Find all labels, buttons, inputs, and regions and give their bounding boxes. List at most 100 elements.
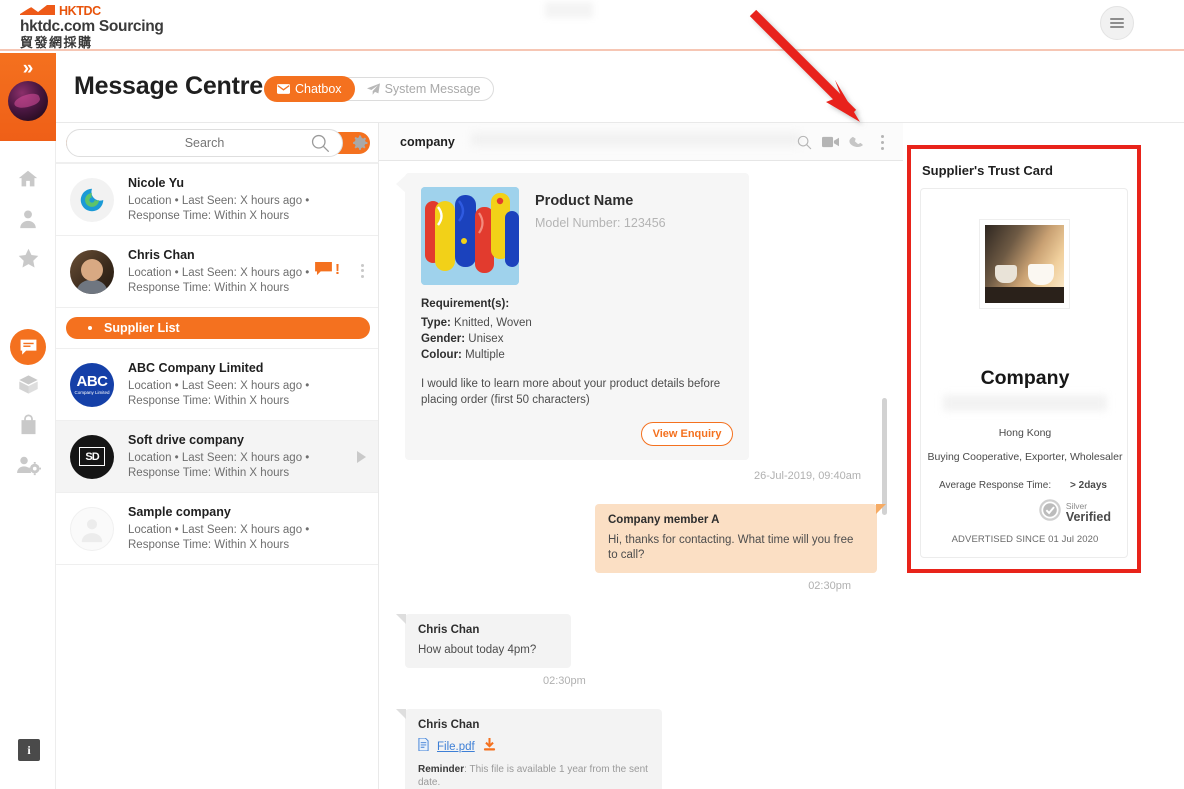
sidebar-item-account-settings[interactable] bbox=[0, 447, 56, 487]
gear-icon[interactable] bbox=[351, 134, 369, 152]
bullet-icon bbox=[88, 326, 92, 330]
contact-meta-2: Response Time: Within X hours bbox=[128, 209, 290, 222]
supplier-list-header[interactable]: Supplier List bbox=[66, 317, 370, 339]
product-image bbox=[421, 187, 519, 285]
double-chevron-right-icon[interactable]: » bbox=[0, 59, 56, 79]
contact-meta-1: Location • Last Seen: X hours ago • bbox=[128, 451, 310, 464]
selected-indicator-arrow-icon bbox=[357, 451, 366, 463]
requirement-row: Type: Knitted, Woven bbox=[421, 316, 733, 330]
file-attachment[interactable]: File.pdf bbox=[418, 737, 649, 756]
tab-chatbox[interactable]: Chatbox bbox=[264, 76, 355, 102]
requirement-key: Gender: bbox=[421, 333, 466, 345]
info-icon[interactable]: i bbox=[18, 739, 40, 761]
person-icon bbox=[17, 208, 39, 235]
product-model-number: Model Number: 123456 bbox=[535, 216, 666, 230]
tab-system-message[interactable]: System Message bbox=[354, 77, 494, 101]
brand-header-bar: HKTDC hktdc.com Sourcing 貿發網採購 bbox=[0, 0, 1184, 51]
search-input[interactable] bbox=[67, 135, 342, 150]
avatar bbox=[70, 249, 114, 294]
contact-name: Soft drive company bbox=[128, 432, 244, 447]
chat-panel: company Product Name Model Number: 12345… bbox=[379, 123, 903, 789]
list-item[interactable]: Chris Chan Location • Last Seen: X hours… bbox=[56, 236, 378, 308]
chat-message-incoming: Chris Chan How about today 4pm? bbox=[396, 614, 571, 668]
sidebar-item-favourites[interactable] bbox=[0, 241, 56, 281]
brand-title-chinese: 貿發網採購 bbox=[20, 35, 93, 50]
chat-scrollbar[interactable] bbox=[882, 398, 887, 515]
avatar bbox=[70, 177, 114, 222]
chat-header-actions bbox=[797, 132, 890, 152]
product-enquiry-card: Product Name Model Number: 123456 Requir… bbox=[396, 173, 749, 460]
suppliers-trust-card-panel: Supplier's Trust Card Company Hong Kong … bbox=[907, 145, 1141, 573]
sidebar-item-profile[interactable] bbox=[0, 201, 56, 241]
contact-name: Chris Chan bbox=[128, 247, 195, 262]
trust-card-title: Supplier's Trust Card bbox=[922, 163, 1053, 178]
contact-meta-1: Location • Last Seen: X hours ago • bbox=[128, 523, 310, 536]
requirement-row: Gender: Unisex bbox=[421, 332, 733, 346]
contact-meta-1: Location • Last Seen: X hours ago • bbox=[128, 379, 310, 392]
requirement-key: Colour: bbox=[421, 349, 462, 361]
reminder-label: Reminder bbox=[418, 764, 465, 775]
logo-swoosh-icon bbox=[20, 5, 56, 16]
verified-badge: Silver Verified bbox=[1039, 499, 1111, 526]
requirement-value: Multiple bbox=[461, 349, 505, 361]
message-sender: Chris Chan bbox=[418, 719, 480, 731]
search-row bbox=[56, 123, 379, 163]
file-reminder: Reminder: This file is available 1 year … bbox=[418, 763, 649, 789]
document-icon bbox=[418, 737, 429, 756]
requirement-value: Unisex bbox=[465, 333, 504, 345]
contact-meta-2: Response Time: Within X hours bbox=[128, 466, 290, 479]
list-item[interactable]: SD Soft drive company Location • Last Se… bbox=[56, 421, 378, 493]
requirement-row: Colour: Multiple bbox=[421, 348, 733, 362]
phone-icon[interactable] bbox=[849, 136, 864, 149]
search-icon[interactable] bbox=[311, 134, 330, 158]
list-item[interactable]: ABC Company Limited ABC Company Limited … bbox=[56, 349, 378, 421]
avatar-initials: ABC bbox=[76, 373, 109, 390]
envelope-icon bbox=[277, 84, 290, 94]
sidebar-item-orders[interactable] bbox=[0, 407, 56, 447]
company-photo bbox=[979, 219, 1070, 309]
verified-label: Verified bbox=[1065, 509, 1111, 524]
blurred-placeholder bbox=[943, 395, 1107, 411]
message-timestamp: 02:30pm bbox=[543, 675, 586, 687]
unread-message-badge: ! bbox=[315, 262, 340, 277]
rail-profile-header: » bbox=[0, 53, 56, 141]
contact-options-menu-icon[interactable] bbox=[361, 261, 364, 280]
contact-meta-2: Response Time: Within X hours bbox=[128, 281, 290, 294]
message-sender: Company member A bbox=[608, 514, 720, 526]
hktdc-logo[interactable]: HKTDC hktdc.com Sourcing 貿發網採購 bbox=[20, 4, 164, 50]
brand-title: hktdc.com Sourcing bbox=[20, 18, 164, 35]
chat-bubble-icon bbox=[10, 329, 46, 365]
avatar[interactable] bbox=[8, 81, 48, 121]
vertical-dots-menu-icon[interactable] bbox=[874, 132, 890, 152]
home-icon bbox=[17, 168, 39, 195]
contact-meta-1: Location • Last Seen: X hours ago • bbox=[128, 194, 310, 207]
company-name: Company bbox=[980, 367, 1070, 389]
sidebar-item-messages[interactable] bbox=[0, 327, 56, 367]
message-text: Hi, thanks for contacting. What time wil… bbox=[608, 534, 854, 561]
avatar-initials: SD bbox=[79, 447, 105, 466]
tab-system-message-label: System Message bbox=[384, 82, 481, 96]
product-name: Product Name bbox=[535, 193, 634, 209]
sidebar-item-home[interactable] bbox=[0, 161, 56, 201]
view-enquiry-button[interactable]: View Enquiry bbox=[641, 422, 733, 446]
list-item[interactable]: Nicole Yu Location • Last Seen: X hours … bbox=[56, 164, 378, 236]
tab-chatbox-label: Chatbox bbox=[295, 82, 342, 96]
chat-message-outgoing: Company member A Hi, thanks for contacti… bbox=[595, 504, 886, 573]
sidebar-item-products[interactable] bbox=[0, 367, 56, 407]
file-name-link[interactable]: File.pdf bbox=[437, 741, 475, 753]
contact-name: ABC Company Limited bbox=[128, 360, 264, 375]
supplier-list-section: Supplier List bbox=[56, 317, 378, 349]
download-icon[interactable] bbox=[483, 738, 496, 756]
list-item[interactable]: Sample company Location • Last Seen: X h… bbox=[56, 493, 378, 565]
avatar: ABC Company Limited bbox=[70, 362, 114, 407]
blurred-placeholder bbox=[471, 133, 801, 146]
hamburger-icon[interactable] bbox=[1100, 6, 1134, 40]
video-camera-icon[interactable] bbox=[822, 136, 839, 148]
photo-detail bbox=[985, 287, 1064, 303]
search-icon[interactable] bbox=[797, 135, 812, 150]
message-timestamp: 26-Jul-2019, 09:40am bbox=[753, 470, 861, 482]
requirement-value: Knitted, Woven bbox=[450, 317, 532, 329]
shopping-bag-icon bbox=[19, 414, 38, 440]
search-box[interactable] bbox=[66, 128, 343, 158]
message-timestamp: 02:30pm bbox=[808, 580, 851, 592]
